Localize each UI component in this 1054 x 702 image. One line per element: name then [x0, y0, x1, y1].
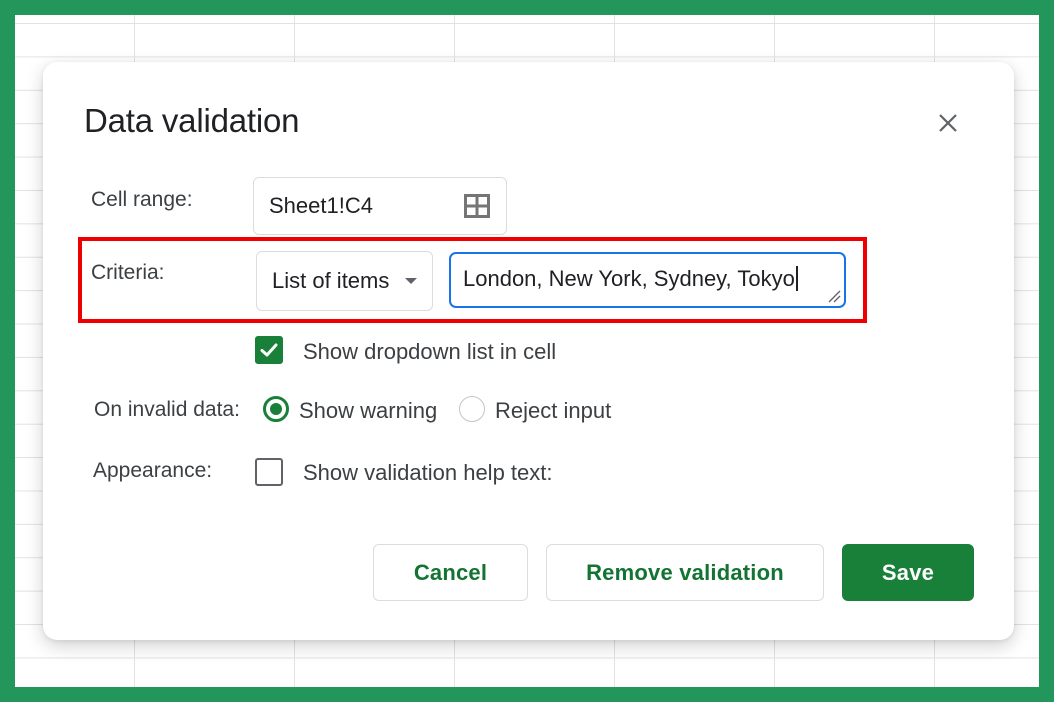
- cell-range-label: Cell range:: [91, 188, 193, 211]
- reject-input-label: Reject input: [495, 398, 612, 423]
- select-range-grid-icon[interactable]: [464, 194, 490, 218]
- remove-validation-button[interactable]: Remove validation: [546, 544, 824, 601]
- cancel-button[interactable]: Cancel: [373, 544, 528, 601]
- save-button[interactable]: Save: [842, 544, 974, 601]
- dialog-title: Data validation: [84, 102, 300, 139]
- cell-range-input[interactable]: Sheet1!C4: [253, 177, 507, 235]
- criteria-label: Criteria:: [91, 261, 165, 284]
- show-help-text-checkbox[interactable]: [255, 458, 283, 486]
- show-dropdown-label: Show dropdown list in cell: [303, 339, 557, 364]
- criteria-type-value: List of items: [272, 268, 390, 293]
- show-warning-label: Show warning: [299, 398, 438, 423]
- cell-range-value: Sheet1!C4: [269, 193, 373, 218]
- text-caret: [795, 266, 798, 291]
- checkmark-icon: [260, 343, 278, 357]
- show-dropdown-checkbox[interactable]: [255, 336, 283, 364]
- chevron-down-icon: [405, 278, 417, 284]
- show-help-text-label: Show validation help text:: [303, 460, 553, 485]
- resize-handle-icon[interactable]: [827, 289, 841, 303]
- criteria-items-input[interactable]: London, New York, Sydney, Tokyo: [449, 252, 846, 308]
- close-button[interactable]: [933, 108, 963, 138]
- close-icon: [939, 114, 957, 132]
- data-validation-dialog: Data validation Cell range: Sheet1!C4 Cr…: [43, 62, 1014, 640]
- show-warning-radio[interactable]: [263, 396, 289, 422]
- criteria-items-value: London, New York, Sydney, Tokyo: [463, 266, 795, 291]
- appearance-label: Appearance:: [93, 459, 213, 482]
- reject-input-radio[interactable]: [459, 396, 485, 422]
- criteria-type-dropdown[interactable]: List of items: [256, 251, 433, 311]
- on-invalid-label: On invalid data:: [94, 398, 240, 421]
